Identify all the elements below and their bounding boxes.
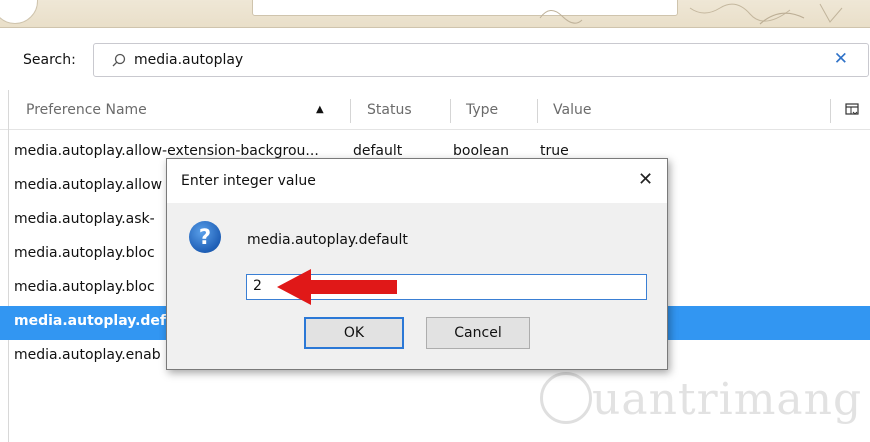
pref-name: media.autoplay.bloc	[14, 245, 155, 261]
pref-name: media.autoplay.enab	[14, 347, 161, 363]
watermark-text: uantrimang	[592, 374, 863, 425]
theme-decoration	[539, 3, 843, 25]
column-preference-name[interactable]: Preference Name	[26, 102, 147, 118]
watermark-logo-icon	[540, 372, 592, 424]
search-row: Search: media.autoplay ✕	[0, 28, 870, 90]
browser-toolbar-strip	[0, 0, 870, 28]
cancel-button[interactable]: Cancel	[426, 317, 530, 349]
sort-ascending-icon[interactable]: ▲	[316, 104, 324, 115]
close-icon[interactable]: ✕	[638, 169, 653, 190]
dialog-message: media.autoplay.default	[247, 232, 408, 248]
pref-type: boolean	[453, 143, 509, 159]
watermark: uantrimang	[540, 370, 863, 430]
ok-button[interactable]: OK	[304, 317, 404, 349]
search-label: Search:	[23, 52, 76, 68]
column-divider[interactable]	[450, 99, 451, 123]
column-value[interactable]: Value	[553, 102, 591, 118]
pref-status: default	[353, 143, 403, 159]
pref-name: media.autoplay.ask-	[14, 211, 155, 227]
pref-name: media.autoplay.defa	[14, 313, 176, 329]
pref-value: true	[540, 143, 569, 159]
dialog-title: Enter integer value	[181, 173, 316, 189]
pref-name: media.autoplay.allow-extension-backgrou.…	[14, 143, 319, 159]
column-type[interactable]: Type	[466, 102, 498, 118]
search-value[interactable]: media.autoplay	[134, 52, 243, 68]
column-divider[interactable]	[537, 99, 538, 123]
column-divider[interactable]	[350, 99, 351, 123]
dialog-titlebar[interactable]: Enter integer value ✕	[167, 159, 667, 203]
column-status[interactable]: Status	[367, 102, 412, 118]
pref-name: media.autoplay.allow	[14, 177, 163, 193]
column-header: Preference Name ▲ Status Type Value	[0, 92, 870, 130]
integer-value-dialog: Enter integer value ✕ ? media.autoplay.d…	[166, 158, 668, 370]
question-icon: ?	[189, 221, 221, 253]
pref-name: media.autoplay.bloc	[14, 279, 155, 295]
column-divider[interactable]	[830, 99, 831, 123]
search-icon	[112, 53, 126, 67]
close-icon[interactable]: ✕	[834, 49, 848, 69]
search-input[interactable]: media.autoplay ✕	[93, 43, 869, 77]
column-picker-icon[interactable]	[845, 103, 859, 117]
red-arrow-icon	[277, 269, 397, 305]
